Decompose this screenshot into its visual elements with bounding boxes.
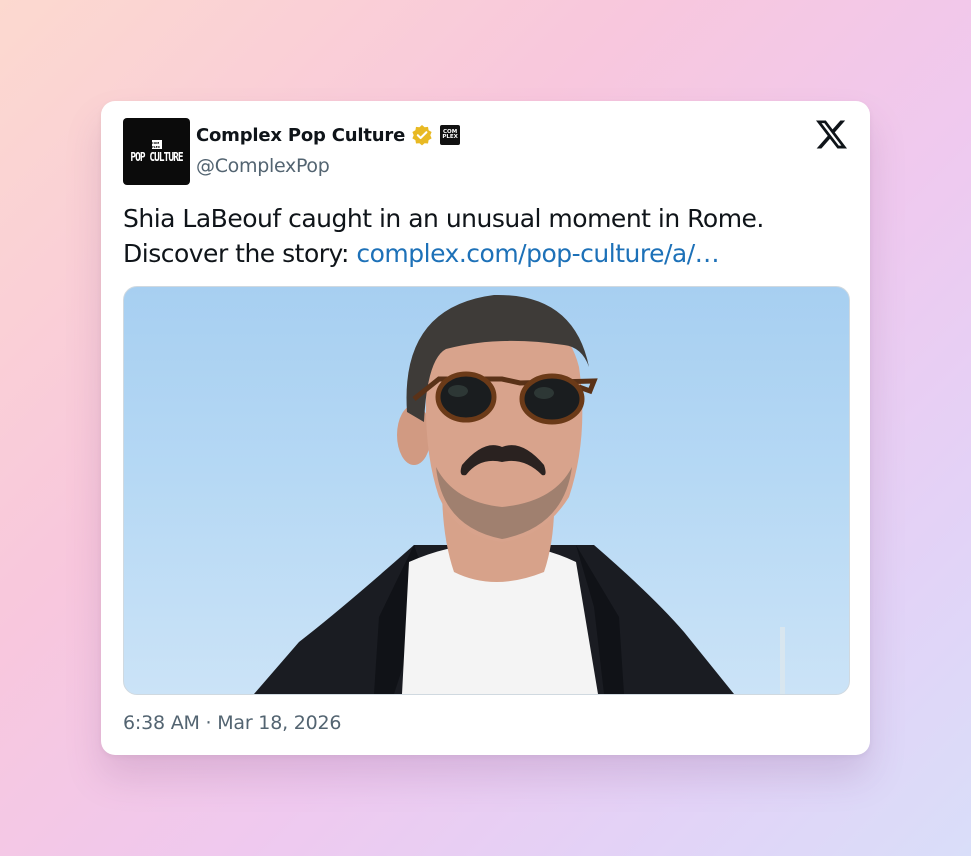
tweet-text-prefix: Discover the story:: [123, 239, 357, 268]
avatar-brand-text: POP CULTURE: [130, 150, 183, 165]
sunglasses-lens-right: [519, 373, 585, 425]
avatar[interactable]: COM PLEX POP CULTURE: [123, 118, 190, 185]
account-name-row: Complex Pop Culture COM PLEX: [196, 123, 461, 147]
lens-reflection-left: [448, 385, 468, 397]
lens-reflection-right: [534, 387, 554, 399]
sunglasses-lens-left: [435, 371, 497, 423]
avatar-mini-logo: COM PLEX: [151, 140, 162, 149]
display-name[interactable]: Complex Pop Culture: [196, 125, 405, 146]
photo-illustration: [254, 294, 785, 694]
tweet-text: Shia LaBeouf caught in an unusual moment…: [123, 201, 853, 271]
account-handle[interactable]: @ComplexPop: [196, 155, 330, 177]
tweet-link[interactable]: complex.com/pop-culture/a/…: [356, 239, 719, 268]
tweet-card: COM PLEX POP CULTURE Complex Pop Culture…: [101, 101, 870, 755]
background-pole: [780, 627, 785, 694]
x-logo-icon[interactable]: [816, 119, 847, 150]
affiliate-badge[interactable]: COM PLEX: [440, 125, 461, 145]
tweet-timestamp[interactable]: 6:38 AM · Mar 18, 2026: [123, 712, 342, 734]
verified-badge-icon: [412, 125, 432, 146]
tweet-text-line1: Shia LaBeouf caught in an unusual moment…: [123, 204, 764, 233]
tweet-media-image[interactable]: [123, 286, 850, 695]
